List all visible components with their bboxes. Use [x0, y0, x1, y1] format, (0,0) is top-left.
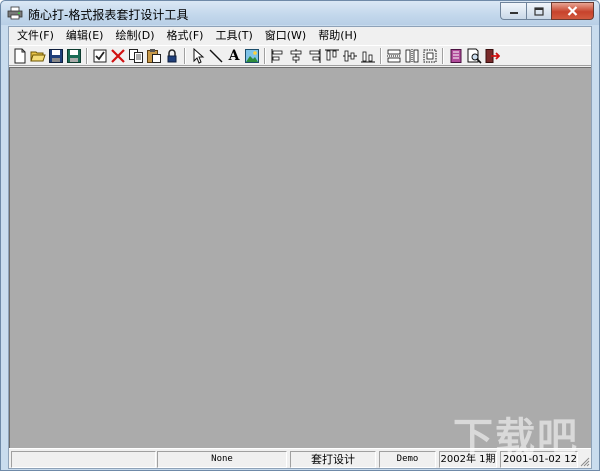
lock-icon: [167, 49, 177, 63]
new-file-button[interactable]: [12, 48, 28, 64]
menu-edit[interactable]: 编辑(E): [60, 27, 110, 45]
menu-tools[interactable]: 工具(T): [209, 27, 258, 45]
align-top-icon: [325, 49, 339, 61]
open-button[interactable]: [30, 48, 46, 64]
same-height-icon: [405, 49, 419, 63]
align-middle-button[interactable]: [342, 48, 358, 64]
maximize-button[interactable]: [526, 2, 551, 20]
toolbar: A: [9, 45, 591, 66]
report-icon: [450, 49, 462, 63]
client-area: 文件(F) 编辑(E) 绘制(D) 格式(F) 工具(T) 窗口(W) 帮助(H…: [8, 26, 592, 469]
align-right-button[interactable]: [306, 48, 322, 64]
text-a-icon: A: [228, 48, 240, 64]
close-icon: [567, 6, 578, 16]
minimize-button[interactable]: [500, 2, 526, 20]
align-center-icon: [290, 49, 302, 63]
same-width-button[interactable]: [386, 48, 402, 64]
pointer-icon: [193, 48, 205, 64]
paste-button[interactable]: [146, 48, 162, 64]
new-file-icon: [14, 48, 26, 64]
menu-help[interactable]: 帮助(H): [312, 27, 363, 45]
lock-button[interactable]: [164, 48, 180, 64]
toolbar-separator: [380, 48, 382, 64]
save-icon: [49, 49, 63, 63]
same-size-button[interactable]: [422, 48, 438, 64]
toolbar-separator: [264, 48, 266, 64]
image-icon: [245, 49, 259, 63]
pointer-tool-button[interactable]: [190, 48, 206, 64]
app-printer-icon: [7, 6, 23, 20]
image-tool-button[interactable]: [244, 48, 260, 64]
menu-bar: 文件(F) 编辑(E) 绘制(D) 格式(F) 工具(T) 窗口(W) 帮助(H…: [9, 27, 591, 45]
status-panel-none: None: [157, 451, 287, 468]
save-all-icon: [67, 49, 81, 63]
window-controls: [500, 2, 594, 21]
print-preview-button[interactable]: [466, 48, 482, 64]
align-left-icon: [271, 49, 283, 63]
copy-button[interactable]: [128, 48, 144, 64]
paste-icon: [147, 49, 161, 63]
title-bar[interactable]: 随心打-格式报表套打设计工具: [1, 1, 599, 25]
print-preview-icon: [467, 48, 482, 64]
line-tool-button[interactable]: [208, 48, 224, 64]
align-bottom-button[interactable]: [360, 48, 376, 64]
align-left-button[interactable]: [270, 48, 286, 64]
same-width-icon: [387, 49, 401, 63]
toolbar-separator: [184, 48, 186, 64]
open-folder-icon: [30, 51, 46, 62]
exit-button[interactable]: [484, 48, 500, 64]
app-window: 随心打-格式报表套打设计工具 文件(F) 编辑(E) 绘制(D) 格式(F) 工…: [0, 0, 600, 471]
copy-icon: [129, 49, 143, 63]
line-icon: [209, 49, 223, 63]
menu-draw[interactable]: 绘制(D): [109, 27, 160, 45]
align-center-button[interactable]: [288, 48, 304, 64]
report-button[interactable]: [448, 48, 464, 64]
save-all-button[interactable]: [66, 48, 82, 64]
menu-file[interactable]: 文件(F): [11, 27, 60, 45]
same-size-icon: [423, 49, 437, 63]
status-panel-mode: 套打设计: [290, 451, 376, 468]
mdi-workspace[interactable]: [9, 67, 591, 448]
save-button[interactable]: [48, 48, 64, 64]
close-button[interactable]: [551, 2, 594, 20]
delete-button[interactable]: [110, 48, 126, 64]
align-bottom-icon: [361, 51, 375, 63]
maximize-icon: [534, 6, 544, 16]
text-tool-button[interactable]: A: [226, 48, 242, 64]
align-middle-icon: [343, 50, 357, 62]
checkbox-icon: [93, 49, 107, 63]
minimize-icon: [509, 12, 518, 14]
watermark: 下载吧: [453, 415, 579, 461]
exit-icon: [485, 49, 500, 63]
menu-format[interactable]: 格式(F): [161, 27, 210, 45]
status-panel-user: Demo: [379, 451, 436, 468]
same-height-button[interactable]: [404, 48, 420, 64]
window-title: 随心打-格式报表套打设计工具: [28, 8, 189, 22]
checkbox-button[interactable]: [92, 48, 108, 64]
toolbar-separator: [442, 48, 444, 64]
delete-x-icon: [111, 49, 125, 63]
align-top-button[interactable]: [324, 48, 340, 64]
menu-window[interactable]: 窗口(W): [259, 27, 312, 45]
resize-grip-icon[interactable]: [578, 455, 590, 467]
toolbar-separator: [86, 48, 88, 64]
align-right-icon: [309, 49, 321, 63]
status-panel-message: [11, 451, 156, 468]
